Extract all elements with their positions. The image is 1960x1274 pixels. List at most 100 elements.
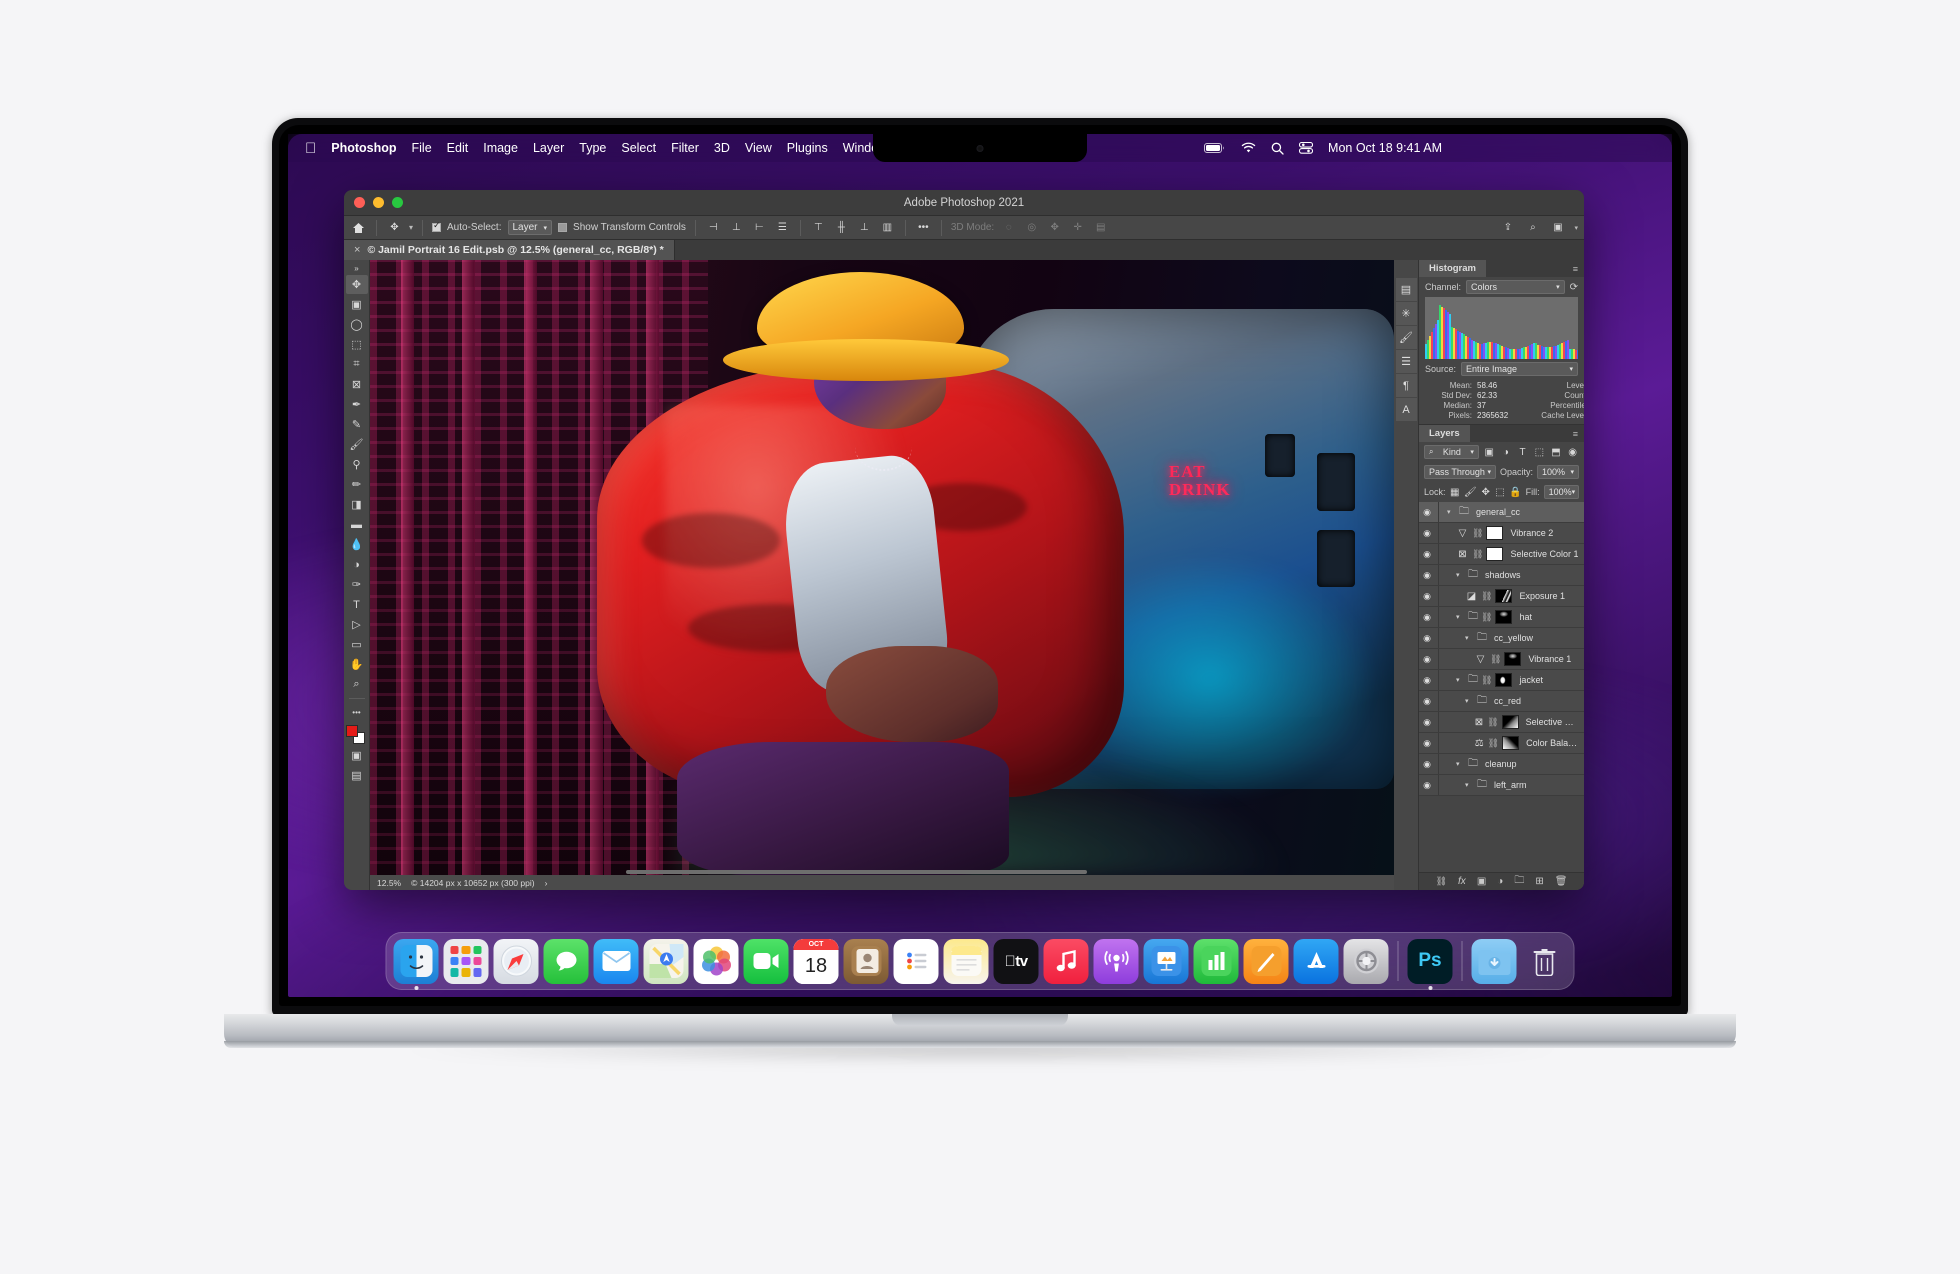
apple-tv-icon[interactable]: tv [993, 938, 1039, 984]
layer-row[interactable]: ◉ ▾ 🗀 cc_red [1419, 691, 1584, 712]
expand-group-icon[interactable]: ▾ [1465, 781, 1474, 789]
layer-mask-thumbnail[interactable] [1504, 652, 1522, 666]
expand-group-icon[interactable]: ▾ [1447, 508, 1456, 516]
dock-item-launchpad[interactable] [443, 938, 489, 984]
menu-item-filter[interactable]: Filter [671, 141, 699, 155]
align-right-icon[interactable]: ⊢ [751, 219, 768, 236]
exposure-icon[interactable]: ◪ [1465, 591, 1478, 602]
document-tab[interactable]: × © Jamil Portrait 16 Edit.psb @ 12.5% (… [344, 240, 675, 260]
dock-item-downloads-folder[interactable] [1471, 938, 1517, 984]
adjustments-icon[interactable]: ✳ [1395, 302, 1417, 325]
layer-visibility-icon[interactable]: ◉ [1419, 696, 1435, 707]
character-icon[interactable]: A [1395, 398, 1417, 421]
align-left-icon[interactable]: ⊣ [705, 219, 722, 236]
pen-tool[interactable]: ✑ [346, 575, 368, 594]
menu-item-3d[interactable]: 3D [714, 141, 730, 155]
layer-row[interactable]: ◉ ▾ 🗀 ⛓ hat [1419, 607, 1584, 628]
dock-item-facetime[interactable] [743, 938, 789, 984]
mask-link-icon[interactable]: ⛓ [1472, 549, 1483, 560]
type-tool[interactable]: T [346, 595, 368, 614]
filter-toggle-icon[interactable]: ◉ [1566, 446, 1579, 459]
home-icon[interactable] [350, 219, 367, 236]
distribute-h-icon[interactable]: ☰ [774, 219, 791, 236]
mask-link-icon[interactable]: ⛓ [1481, 591, 1492, 602]
dock-item-photos[interactable] [693, 938, 739, 984]
show-transform-checkbox[interactable] [558, 223, 568, 232]
auto-select-dropdown[interactable]: Layer ▾ [507, 220, 553, 235]
dock-item-messages[interactable] [543, 938, 589, 984]
messages-icon[interactable] [543, 938, 589, 984]
mask-link-icon[interactable]: ⛓ [1488, 738, 1499, 749]
auto-select-checkbox[interactable] [432, 220, 442, 232]
blur-tool[interactable]: 💧 [346, 535, 368, 554]
menu-item-view[interactable]: View [745, 141, 772, 155]
expand-group-icon[interactable]: ▾ [1456, 760, 1465, 768]
dock-item-maps[interactable] [643, 938, 689, 984]
layer-style-icon[interactable]: fx [1458, 876, 1466, 887]
layer-row[interactable]: ◉ ▽ ⛓ Vibrance 2 [1419, 523, 1584, 544]
photos-icon[interactable] [693, 938, 739, 984]
shape-tool[interactable]: ▭ [346, 635, 368, 654]
channel-dropdown[interactable]: Colors ▾ [1466, 280, 1565, 294]
marquee-tool[interactable]: ▣ [346, 295, 368, 314]
layer-row[interactable]: ◉ ⚖⛓ Color Balance_r [1419, 733, 1584, 754]
layer-row[interactable]: ◉ ▾ 🗀 left_arm [1419, 775, 1584, 796]
close-button[interactable] [354, 197, 365, 208]
layer-mask-thumbnail[interactable] [1495, 673, 1513, 687]
dock-item-apple-tv[interactable]: tv [993, 938, 1039, 984]
layer-visibility-icon[interactable]: ◉ [1419, 591, 1435, 602]
hand-tool[interactable]: ✋ [346, 655, 368, 674]
opacity-input[interactable]: 100% ▾ [1537, 465, 1579, 479]
close-tab-icon[interactable]: × [354, 244, 360, 256]
selective-color-icon[interactable]: ⊠ [1474, 717, 1484, 728]
align-bottom-icon[interactable]: ⊥ [856, 219, 873, 236]
downloads-folder-icon[interactable] [1471, 938, 1517, 984]
dock-item-calendar[interactable]: OCT 18 [793, 938, 839, 984]
paragraph-icon[interactable]: ¶ [1395, 374, 1417, 397]
lock-artboard-icon[interactable]: ⬚ [1495, 486, 1505, 499]
panel-menu-icon[interactable]: ≡ [1573, 429, 1579, 439]
lock-image-icon[interactable]: 🖌 [1464, 486, 1477, 499]
mask-link-icon[interactable]: ⛓ [1490, 654, 1501, 665]
expand-group-icon[interactable]: ▾ [1456, 613, 1465, 621]
delete-layer-icon[interactable]: 🗑 [1555, 876, 1568, 887]
kind-filter-dropdown[interactable]: ⌕ Kind ▾ [1424, 445, 1479, 459]
zoom-tool[interactable]: ⌕ [346, 675, 368, 694]
dock-item-podcasts[interactable] [1093, 938, 1139, 984]
chevron-right-icon[interactable]: › [545, 878, 548, 888]
layer-mask-thumbnail[interactable] [1495, 610, 1513, 624]
menu-item-select[interactable]: Select [621, 141, 656, 155]
dock-item-photoshop[interactable]: Ps [1407, 938, 1453, 990]
layer-visibility-icon[interactable]: ◉ [1419, 780, 1435, 791]
menu-item-layer[interactable]: Layer [533, 141, 564, 155]
pages-icon[interactable] [1243, 938, 1289, 984]
menu-item-photoshop[interactable]: Photoshop [331, 141, 396, 155]
move-tool-icon[interactable]: ✥ [386, 219, 403, 236]
align-middle-v-icon[interactable]: ╫ [833, 219, 850, 236]
system-preferences-icon[interactable] [1343, 938, 1389, 984]
edit-toolbar-icon[interactable]: ••• [346, 703, 368, 722]
dock-item-app-store[interactable] [1293, 938, 1339, 984]
dock-item-trash[interactable] [1522, 939, 1567, 984]
music-icon[interactable] [1043, 938, 1089, 984]
dock-item-reminders[interactable] [893, 938, 939, 984]
source-dropdown[interactable]: Entire Image ▾ [1461, 362, 1578, 376]
dock-item-notes[interactable] [943, 938, 989, 984]
menubar-datetime[interactable]: Mon Oct 18 9:41 AM [1328, 141, 1442, 155]
layer-row[interactable]: ◉ ▾ 🗀 ⛓ jacket [1419, 670, 1584, 691]
apple-logo-icon[interactable]:  [305, 141, 316, 156]
layer-row[interactable]: ◉ ▽ ⛓ Vibrance 1 [1419, 649, 1584, 670]
vibrance-icon[interactable]: ▽ [1456, 528, 1469, 539]
app-store-icon[interactable] [1293, 938, 1339, 984]
layer-visibility-icon[interactable]: ◉ [1419, 612, 1435, 623]
layer-visibility-icon[interactable]: ◉ [1419, 717, 1435, 728]
layer-row[interactable]: ◉ ⊠ ⛓ Selective Color 1 [1419, 544, 1584, 565]
expand-group-icon[interactable]: ▾ [1465, 697, 1474, 705]
gradient-tool[interactable]: ▬ [346, 515, 368, 534]
lock-transparency-icon[interactable]: ▦ [1450, 486, 1460, 499]
layer-mask-thumbnail[interactable] [1486, 547, 1504, 561]
dock-item-numbers[interactable] [1193, 938, 1239, 984]
layer-row[interactable]: ◉ ◪ ⛓ Exposure 1 [1419, 586, 1584, 607]
layer-row[interactable]: ◉ ▾ 🗀 general_cc [1419, 502, 1584, 523]
object-selection-tool[interactable]: ⬚ [346, 335, 368, 354]
